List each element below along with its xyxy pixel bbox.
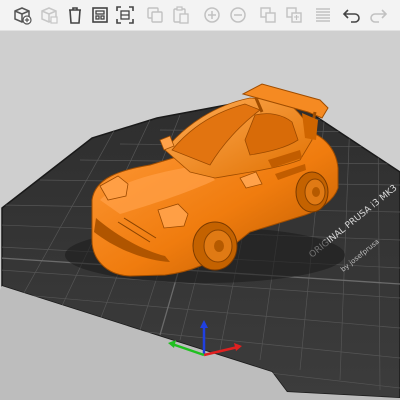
plus-circle-icon	[204, 7, 220, 23]
3d-viewport[interactable]: ORIGINAL PRUSA i3 MK3 by josefprusa	[0, 30, 400, 400]
undo-button[interactable]	[340, 3, 364, 27]
paste-icon	[173, 6, 189, 24]
scene-canvas[interactable]: ORIGINAL PRUSA i3 MK3 by josefprusa	[0, 30, 400, 400]
arrange-icon	[92, 7, 108, 23]
copy-button[interactable]	[143, 3, 167, 27]
arrange-button[interactable]	[88, 3, 112, 27]
add-instance-button[interactable]	[200, 3, 224, 27]
delete-icon	[41, 7, 58, 24]
select-all-icon	[116, 6, 134, 24]
split-objects-icon	[260, 7, 276, 23]
wheel-rear	[295, 171, 329, 213]
remove-instance-button[interactable]	[226, 3, 250, 27]
delete-button[interactable]	[37, 3, 61, 27]
wheel-front	[192, 221, 238, 271]
paste-button[interactable]	[169, 3, 193, 27]
split-parts-button[interactable]	[282, 3, 306, 27]
layers-button[interactable]	[311, 3, 335, 27]
split-objects-button[interactable]	[256, 3, 280, 27]
toolbar	[0, 0, 400, 31]
layers-icon	[316, 8, 330, 22]
split-parts-icon	[286, 7, 302, 23]
trash-icon	[69, 7, 81, 24]
redo-button[interactable]	[366, 3, 390, 27]
delete-all-button[interactable]	[63, 3, 87, 27]
undo-icon	[342, 9, 360, 23]
select-all-button[interactable]	[113, 3, 137, 27]
redo-icon	[370, 9, 388, 23]
copy-icon	[147, 7, 163, 23]
add-object-icon	[14, 7, 32, 25]
add-object-button[interactable]	[10, 3, 34, 27]
slicer-window: ORIGINAL PRUSA i3 MK3 by josefprusa	[0, 0, 400, 400]
minus-circle-icon	[230, 7, 246, 23]
